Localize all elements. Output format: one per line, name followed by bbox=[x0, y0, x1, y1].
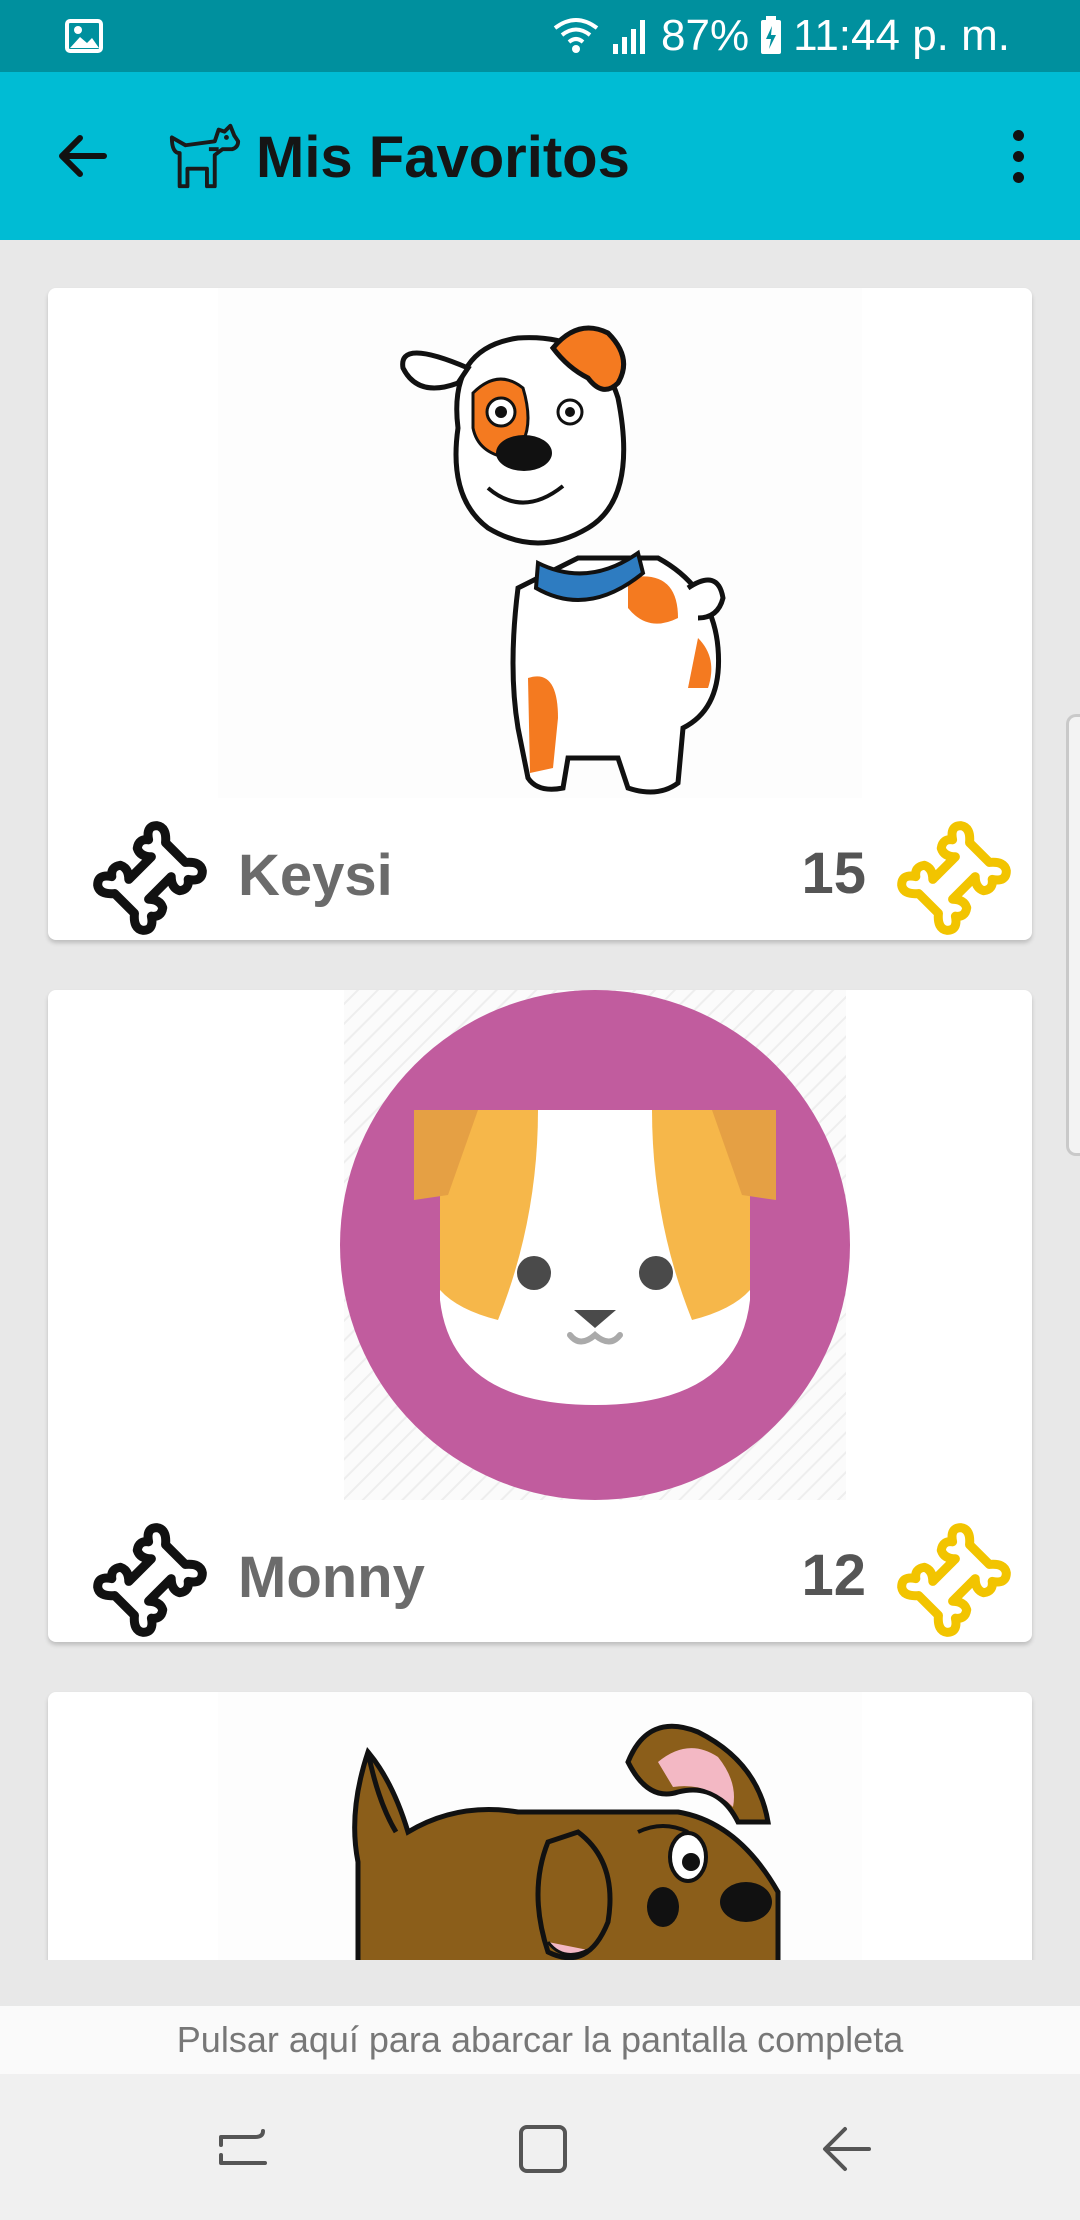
favorites-list[interactable]: Keysi 15 Monny 12 bbox=[0, 240, 1080, 1960]
more-vert-icon bbox=[1012, 129, 1024, 141]
fullscreen-hint[interactable]: Pulsar aquí para abarcar la pantalla com… bbox=[0, 2006, 1080, 2074]
home-icon bbox=[519, 2125, 567, 2173]
status-indicators: 87% 11:44 p. m. bbox=[551, 0, 1010, 72]
recents-icon bbox=[219, 2129, 267, 2165]
app-bar: Mis Favoritos bbox=[0, 72, 1080, 240]
bone-gold-icon[interactable] bbox=[896, 820, 1012, 936]
card-footer: Monny 12 bbox=[48, 1512, 1032, 1642]
pet-image-dog-face bbox=[340, 990, 850, 1500]
like-count: 12 bbox=[801, 1543, 866, 1608]
system-nav-bar bbox=[0, 2074, 1080, 2220]
battery-charging-icon bbox=[761, 16, 782, 54]
battery-percent: 87% bbox=[661, 11, 750, 60]
favorite-card[interactable]: Monny 12 bbox=[48, 990, 1032, 1642]
bone-outline-icon[interactable] bbox=[92, 820, 208, 936]
pet-name: Monny bbox=[238, 1545, 425, 1610]
favorite-card[interactable]: Keysi 15 bbox=[48, 288, 1032, 940]
signal-icon bbox=[613, 20, 646, 54]
bone-gold-icon[interactable] bbox=[896, 1522, 1012, 1638]
back-nav-icon bbox=[823, 2127, 871, 2171]
like-count: 15 bbox=[801, 841, 866, 906]
page-title: Mis Favoritos bbox=[256, 125, 630, 190]
image-notification-icon bbox=[65, 19, 103, 53]
recents-button[interactable] bbox=[208, 2114, 278, 2184]
fast-scroll-handle[interactable] bbox=[1066, 714, 1080, 1156]
clock: 11:44 p. m. bbox=[793, 11, 1010, 60]
dog-icon bbox=[169, 123, 241, 189]
wifi-icon bbox=[553, 18, 599, 53]
pet-image-spotted-dog bbox=[218, 288, 862, 798]
status-bar: 87% 11:44 p. m. bbox=[0, 0, 1080, 72]
back-nav-button[interactable] bbox=[812, 2114, 882, 2184]
card-footer: Keysi 15 bbox=[48, 810, 1032, 940]
more-options-button[interactable] bbox=[986, 116, 1050, 196]
pet-image-brown-dog bbox=[218, 1692, 862, 1960]
pet-name: Keysi bbox=[238, 843, 393, 908]
favorite-card[interactable] bbox=[48, 1692, 1032, 1960]
home-button[interactable] bbox=[508, 2114, 578, 2184]
bone-outline-icon[interactable] bbox=[92, 1522, 208, 1638]
arrow-back-icon bbox=[59, 135, 107, 177]
back-button[interactable] bbox=[46, 120, 118, 192]
